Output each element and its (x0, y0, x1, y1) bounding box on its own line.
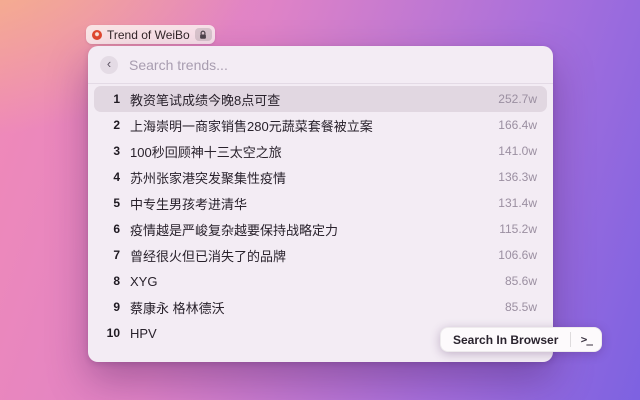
trend-views: 115.2w (499, 222, 537, 236)
trend-rank: 2 (104, 118, 120, 132)
search-in-browser-button[interactable]: Search In Browser >_ (440, 327, 602, 352)
trend-views: 141.0w (498, 144, 537, 158)
window-title-tag: Trend of WeiBo (86, 25, 215, 44)
trend-title: 曾经很火但已消失了的品牌 (130, 246, 286, 265)
search-bar: ‹ (88, 46, 553, 84)
trend-row[interactable]: 6 疫情越是严峻复杂越要保持战略定力 115.2w (94, 216, 547, 242)
trend-row[interactable]: 5 中专生男孩考进清华 131.4w (94, 190, 547, 216)
trend-views: 136.3w (498, 170, 537, 184)
trend-row[interactable]: 4 苏州张家港突发聚集性疫情 136.3w (94, 164, 547, 190)
trend-row[interactable]: 9 蔡康永 格林德沃 85.5w (94, 294, 547, 320)
trend-views: 166.4w (498, 118, 537, 132)
trend-row[interactable]: 3 100秒回顾神十三太空之旅 141.0w (94, 138, 547, 164)
trend-rank: 10 (104, 326, 120, 340)
window-title: Trend of WeiBo (107, 28, 190, 42)
search-input[interactable] (129, 57, 541, 73)
trend-list: 1 教资笔试成绩今晚8点可查 252.7w 2 上海崇明一商家销售280元蔬菜套… (88, 84, 553, 346)
trend-title: 上海崇明一商家销售280元蔬菜套餐被立案 (130, 116, 373, 135)
trend-title: HPV (130, 326, 157, 341)
trend-title: 100秒回顾神十三太空之旅 (130, 142, 282, 161)
trend-row[interactable]: 1 教资笔试成绩今晚8点可查 252.7w (94, 86, 547, 112)
trend-title: XYG (130, 274, 157, 289)
trend-title: 中专生男孩考进清华 (130, 194, 247, 213)
trend-rank: 5 (104, 196, 120, 210)
back-button[interactable]: ‹ (100, 56, 118, 74)
trend-views: 131.4w (498, 196, 537, 210)
trends-panel: ‹ 1 教资笔试成绩今晚8点可查 252.7w 2 上海崇明一商家销售280元蔬… (88, 46, 553, 362)
lock-icon (195, 28, 212, 41)
trend-title: 教资笔试成绩今晚8点可查 (130, 90, 280, 109)
trend-views: 85.6w (505, 274, 537, 288)
weibo-dot-icon (92, 30, 102, 40)
trend-row[interactable]: 7 曾经很火但已消失了的品牌 106.6w (94, 242, 547, 268)
trend-rank: 1 (104, 92, 120, 106)
trend-title: 蔡康永 格林德沃 (130, 298, 225, 317)
chevron-left-icon: ‹ (107, 57, 111, 70)
trend-rank: 4 (104, 170, 120, 184)
trend-views: 252.7w (498, 92, 537, 106)
trend-rank: 8 (104, 274, 120, 288)
trend-views: 85.5w (505, 300, 537, 314)
trend-views: 106.6w (498, 248, 537, 262)
trend-rank: 3 (104, 144, 120, 158)
trend-row[interactable]: 8 XYG 85.6w (94, 268, 547, 294)
trend-rank: 9 (104, 300, 120, 314)
trend-rank: 6 (104, 222, 120, 236)
search-in-browser-label: Search In Browser (441, 333, 570, 347)
trend-rank: 7 (104, 248, 120, 262)
terminal-icon: >_ (571, 333, 601, 346)
trend-title: 疫情越是严峻复杂越要保持战略定力 (130, 220, 338, 239)
trend-row[interactable]: 2 上海崇明一商家销售280元蔬菜套餐被立案 166.4w (94, 112, 547, 138)
trend-title: 苏州张家港突发聚集性疫情 (130, 168, 286, 187)
